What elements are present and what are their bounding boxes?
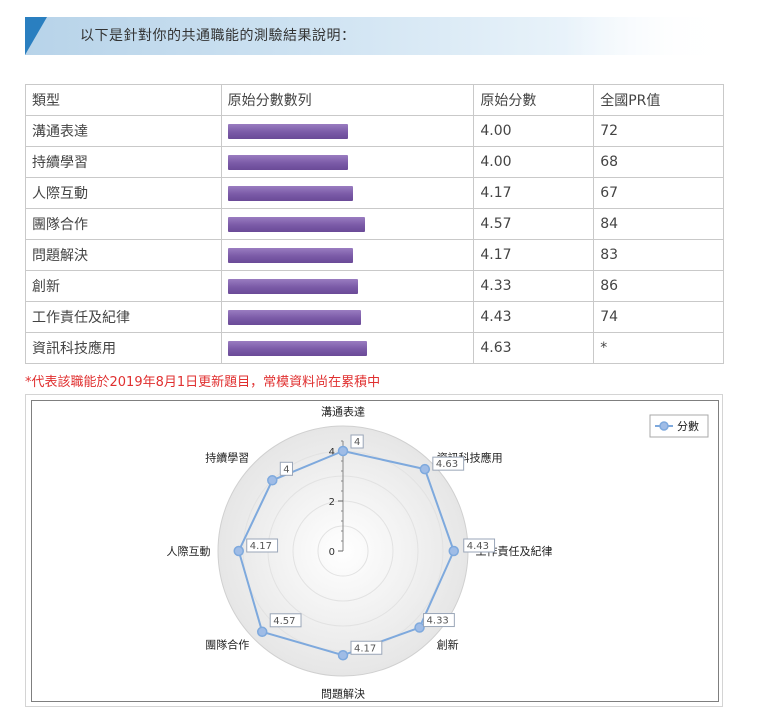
cell-score-bar	[220, 115, 475, 147]
data-point	[419, 463, 431, 475]
cell-pr: 74	[593, 301, 724, 333]
table-row: 創新 4.33 86	[25, 270, 724, 302]
score-bar	[227, 185, 353, 201]
cell-score: 4.17	[473, 239, 595, 271]
score-bar	[227, 309, 361, 325]
radar-chart-panel: 0 2 4 溝通表達 資訊科技應用 工作責任及紀律 創新 問題解決 團隊合作 人際互動 持續學習 4 4…	[31, 400, 719, 702]
data-point	[256, 626, 268, 638]
result-table: 類型 原始分數數列 原始分數 全國PR值 溝通表達 4.00 72 持續學習 4.00 6…	[25, 84, 724, 364]
score-bar	[227, 216, 365, 232]
legend-label: 分數	[677, 420, 699, 433]
score-bar	[227, 123, 348, 139]
data-label: 4.63	[436, 459, 458, 470]
cell-score-bar	[220, 239, 475, 271]
cell-pr: 67	[593, 177, 724, 209]
data-point	[233, 545, 244, 557]
data-label: 4.57	[273, 616, 295, 627]
table-row: 資訊科技應用 4.63 *	[25, 332, 724, 364]
column-header-pr: 全國PR值	[593, 84, 724, 116]
table-row: 持續學習 4.00 68	[25, 146, 724, 178]
table-row: 溝通表達 4.00 72	[25, 115, 724, 147]
cell-score-bar	[220, 301, 475, 333]
cell-type: 人際互動	[25, 177, 222, 209]
legend-swatch-marker	[659, 421, 669, 431]
table-body: 溝通表達 4.00 72 持續學習 4.00 68 人際互動 4.17 67 團隊合作 4.57 84…	[25, 115, 724, 364]
column-header-score: 原始分數	[473, 84, 595, 116]
radial-tick-label: 2	[329, 497, 335, 508]
header-fade	[565, 17, 755, 55]
cell-pr: 84	[593, 208, 724, 240]
score-bar	[227, 247, 353, 263]
score-bar	[227, 278, 358, 294]
cell-pr: 83	[593, 239, 724, 271]
cell-score-bar	[220, 177, 475, 209]
cell-score-bar	[220, 208, 475, 240]
radial-tick-label: 0	[329, 547, 335, 558]
cell-type: 持續學習	[25, 146, 222, 178]
cell-type: 資訊科技應用	[25, 332, 222, 364]
table-row: 問題解決 4.17 83	[25, 239, 724, 271]
data-point	[337, 650, 349, 661]
cell-score-bar	[220, 146, 475, 178]
column-header-type: 類型	[25, 84, 222, 116]
cell-pr: 68	[593, 146, 724, 178]
data-point	[414, 622, 425, 633]
table-header-row: 類型 原始分數數列 原始分數 全國PR值	[25, 84, 724, 116]
data-label: 4.33	[427, 616, 449, 627]
table-row: 團隊合作 4.57 84	[25, 208, 724, 240]
data-label: 4	[354, 437, 360, 448]
cell-score-bar	[220, 270, 475, 302]
data-label: 4.43	[467, 541, 489, 552]
cell-type: 溝通表達	[25, 115, 222, 147]
category-label: 人際互動	[167, 544, 211, 558]
cell-type: 工作責任及紀律	[25, 301, 222, 333]
category-label: 問題解決	[321, 687, 365, 701]
cell-score-bar	[220, 332, 475, 364]
category-label: 創新	[437, 638, 459, 652]
data-point	[267, 475, 278, 486]
cell-score: 4.43	[473, 301, 595, 333]
data-point	[337, 445, 349, 457]
cell-pr: 72	[593, 115, 724, 147]
data-label: 4.17	[354, 643, 376, 654]
section-header-banner: 以下是針對你的共通職能的測驗結果說明：	[25, 17, 755, 55]
cell-pr: *	[593, 332, 724, 364]
table-row: 人際互動 4.17 67	[25, 177, 724, 209]
category-label: 溝通表達	[321, 405, 365, 419]
score-bar	[227, 154, 348, 170]
header-accent-stripe	[25, 17, 47, 55]
cell-score: 4.63	[473, 332, 595, 364]
radar-chart-frame: 0 2 4 溝通表達 資訊科技應用 工作責任及紀律 創新 問題解決 團隊合作 人際互動 持續學習 4 4…	[25, 394, 723, 707]
footnote: *代表該職能於2019年8月1日更新題目，常模資料尚在累積中	[25, 375, 381, 390]
cell-score: 4.17	[473, 177, 595, 209]
score-bar	[227, 340, 367, 356]
data-point	[448, 545, 459, 557]
category-label: 團隊合作	[205, 638, 249, 652]
radar-chart: 024溝通表達資訊科技應用工作責任及紀律創新問題解決團隊合作人際互動持續學習44…	[167, 405, 709, 701]
cell-type: 問題解決	[25, 239, 222, 271]
cell-score: 4.00	[473, 146, 595, 178]
section-title: 以下是針對你的共通職能的測驗結果說明：	[80, 28, 356, 44]
cell-score: 4.57	[473, 208, 595, 240]
cell-type: 創新	[25, 270, 222, 302]
cell-pr: 86	[593, 270, 724, 302]
data-label: 4	[283, 464, 289, 475]
cell-type: 團隊合作	[25, 208, 222, 240]
category-label: 持續學習	[205, 450, 249, 464]
cell-score: 4.00	[473, 115, 595, 147]
data-label: 4.17	[250, 541, 272, 552]
column-header-score-bar: 原始分數數列	[220, 84, 475, 116]
table-row: 工作責任及紀律 4.43 74	[25, 301, 724, 333]
cell-score: 4.33	[473, 270, 595, 302]
